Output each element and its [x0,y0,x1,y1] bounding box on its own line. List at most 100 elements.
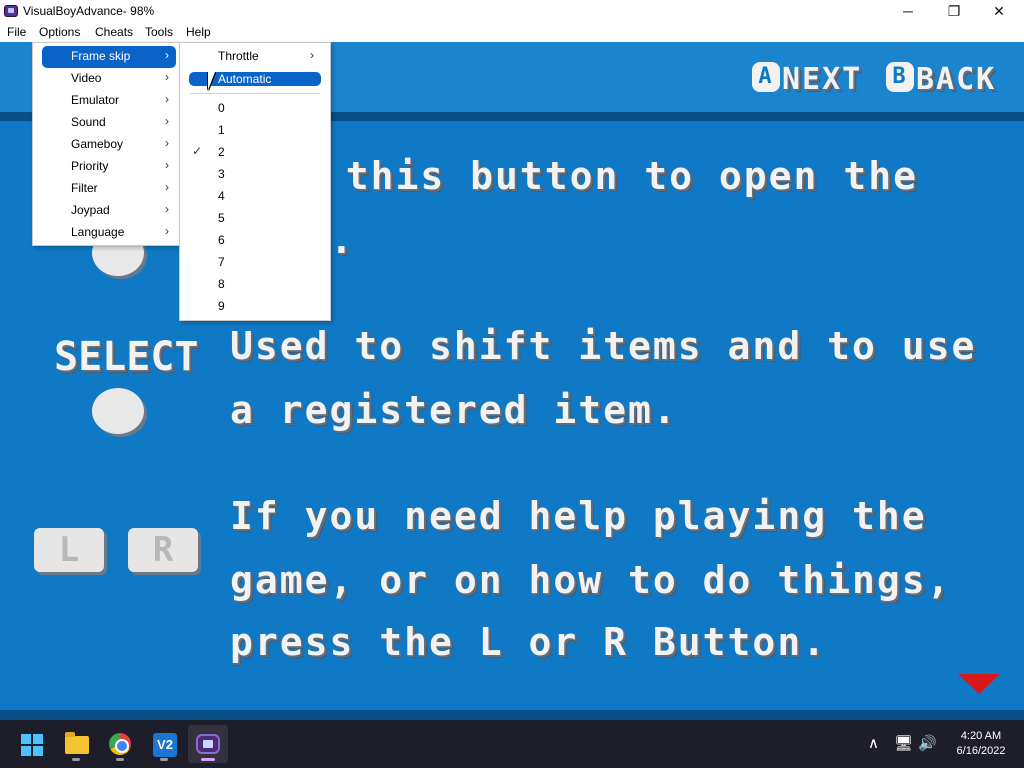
clock-time: 4:20 AM [960,730,1002,742]
menu-item-frameskip-6[interactable]: 6 [180,230,330,252]
menu-item-label: Automatic [218,72,272,86]
menu-item-label: 9 [218,299,225,313]
menu-item-frameskip-7[interactable]: 7 [180,252,330,274]
menu-tools[interactable]: Tools [145,25,173,39]
menu-options[interactable]: Options [39,25,80,39]
vscode-icon: V2 [153,733,177,757]
menu-item-label: Video [71,71,102,85]
title-bar: VisualBoyAdvance- 98% ─ ❐ ✕ [0,0,1024,22]
chevron-right-icon: › [165,48,169,62]
select-label: SELECT [54,334,199,380]
menu-item-language[interactable]: Language › [33,222,179,244]
menu-item-frameskip-8[interactable]: 8 [180,274,330,296]
menu-item-label: 7 [218,255,225,269]
clock-date: 6/16/2022 [956,745,1006,757]
system-clock[interactable]: 4:20 AM 6/16/2022 [946,729,1016,759]
menu-item-label: Gameboy [71,137,124,151]
menu-item-frame-skip[interactable]: Frame skip › [42,46,176,68]
help-text-line-2: . [330,218,355,262]
menu-item-joypad[interactable]: Joypad › [33,200,179,222]
menu-item-label: 4 [218,189,225,203]
chevron-right-icon: › [165,136,169,150]
menu-item-label: 3 [218,167,225,181]
taskbar-visualboyadvance[interactable] [188,725,228,763]
menu-item-gameboy[interactable]: Gameboy › [33,134,179,156]
menu-separator [190,93,320,94]
chevron-right-icon: › [165,92,169,106]
menu-item-video[interactable]: Video › [33,68,179,90]
menu-file[interactable]: File [7,25,26,39]
menu-item-label: Frame skip [71,49,131,63]
help-text-line-3: Used to shift items and to use [230,324,977,368]
menu-item-label: Filter [71,181,98,195]
menu-item-frameskip-4[interactable]: 4 [180,186,330,208]
taskbar-chrome[interactable] [100,725,140,763]
start-button[interactable] [12,725,52,763]
scroll-down-arrow-icon [958,674,1000,694]
frame-skip-submenu: Throttle › Automatic 0 1 ✓ 2 3 4 5 6 7 8… [179,42,331,321]
menu-item-frameskip-0[interactable]: 0 [180,98,330,120]
chevron-right-icon: › [165,158,169,172]
menu-bar: File Options Cheats Tools Help [0,22,1024,42]
menu-item-label: Sound [71,115,106,129]
help-text-line-5: If you need help playing the [230,494,927,538]
menu-item-emulator[interactable]: Emulator › [33,90,179,112]
menu-item-frameskip-3[interactable]: 3 [180,164,330,186]
game-footer-stripe [0,710,1024,720]
chevron-right-icon: › [165,180,169,194]
select-button-graphic [92,388,144,434]
menu-item-label: 0 [218,101,225,115]
menu-item-label: 2 [218,145,225,159]
checkmark-icon: ✓ [192,144,203,158]
windows-start-icon [21,734,43,756]
menu-item-priority[interactable]: Priority › [33,156,179,178]
chevron-right-icon: › [165,114,169,128]
volume-icon[interactable]: 🔊 [918,734,937,752]
active-indicator [201,758,215,761]
menu-item-label: 5 [218,211,225,225]
minimize-button[interactable]: ─ [885,0,931,22]
nav-next-hint: A NEXT [752,62,862,97]
next-label: NEXT [782,62,863,97]
menu-item-label: Joypad [71,203,110,217]
menu-item-throttle[interactable]: Throttle › [180,46,330,68]
menu-item-label: 6 [218,233,225,247]
menu-item-filter[interactable]: Filter › [33,178,179,200]
menu-item-frameskip-9[interactable]: 9 [180,296,330,318]
menu-item-label: 8 [218,277,225,291]
menu-help[interactable]: Help [186,25,211,39]
help-text-line-1: s this button to open the [296,154,918,198]
options-menu: Frame skip › Video › Emulator › Sound › … [32,42,180,246]
folder-icon [65,732,89,754]
menu-item-sound[interactable]: Sound › [33,112,179,134]
r-button-graphic: R [128,528,198,572]
back-label: BACK [916,62,997,97]
menu-item-frameskip-1[interactable]: 1 [180,120,330,142]
menu-item-frameskip-2[interactable]: ✓ 2 [180,142,330,164]
chrome-icon [109,733,131,755]
chevron-right-icon: › [165,224,169,238]
running-indicator [116,758,124,761]
visualboyadvance-app-icon [4,5,18,17]
taskbar-file-explorer[interactable] [56,725,96,763]
running-indicator [72,758,80,761]
menu-item-label: Language [71,225,125,239]
mouse-pointer-icon [208,72,215,90]
l-button-graphic: L [34,528,104,572]
close-button[interactable]: ✕ [976,0,1022,22]
show-hidden-icons-chevron-icon[interactable]: ∧ [868,734,879,752]
maximize-button[interactable]: ❐ [931,0,977,22]
taskbar-vscode[interactable]: V2 [144,725,184,763]
menu-cheats[interactable]: Cheats [95,25,133,39]
network-icon[interactable]: 🖥 [894,734,913,752]
chevron-right-icon: › [165,70,169,84]
help-text-line-7: press the L or R Button. [230,620,828,664]
visualboyadvance-icon [196,734,220,754]
chevron-right-icon: › [165,202,169,216]
menu-item-frameskip-5[interactable]: 5 [180,208,330,230]
chevron-right-icon: › [310,48,314,62]
menu-item-label: Throttle [218,49,259,63]
b-button-badge: B [886,62,914,92]
window-title: VisualBoyAdvance- 98% [23,4,155,18]
nav-back-hint: B BACK [886,62,996,97]
